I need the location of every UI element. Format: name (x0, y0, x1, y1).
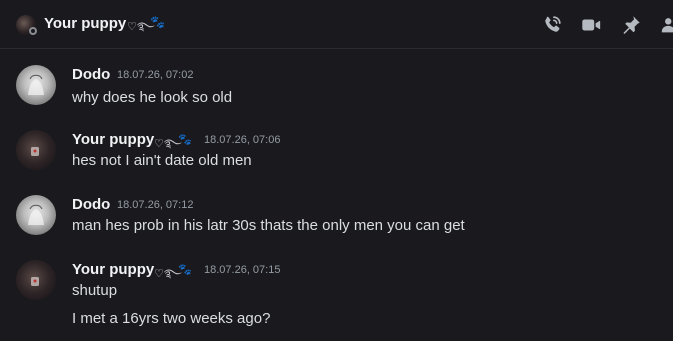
timestamp: 18.07.26, 07:02 (117, 69, 194, 81)
avatar[interactable] (16, 260, 56, 300)
status-indicator-icon (29, 27, 37, 35)
channel-header: Your puppy ♡࿐ 🐾 (0, 0, 673, 49)
message-text: hes not I ain't date old men (72, 152, 252, 169)
username[interactable]: Your puppy (72, 261, 154, 278)
pin-icon[interactable] (620, 14, 642, 36)
avatar[interactable] (16, 130, 56, 170)
paw-icon: 🐾 (178, 134, 192, 146)
phone-call-icon[interactable] (541, 14, 563, 36)
timestamp: 18.07.26, 07:12 (117, 199, 194, 211)
paw-icon: 🐾 (178, 264, 192, 276)
dm-title[interactable]: Your puppy (44, 15, 126, 32)
username[interactable]: Dodo (72, 196, 110, 213)
timestamp: 18.07.26, 07:06 (204, 134, 281, 146)
members-icon[interactable] (660, 14, 673, 36)
message-text: shutup (72, 282, 118, 299)
avatar[interactable] (16, 195, 56, 235)
timestamp: 18.07.26, 07:15 (204, 264, 281, 276)
message-text: man hes prob in his latr 30s thats the o… (72, 217, 465, 234)
message-text: I met a 16yrs two weeks ago? (72, 310, 271, 327)
username[interactable]: Your puppy (72, 131, 154, 148)
video-call-icon[interactable] (580, 14, 602, 36)
username[interactable]: Dodo (72, 66, 110, 83)
avatar[interactable] (16, 65, 56, 105)
paw-icon: 🐾 (150, 15, 165, 29)
message-text: why does he look so old (72, 89, 233, 106)
